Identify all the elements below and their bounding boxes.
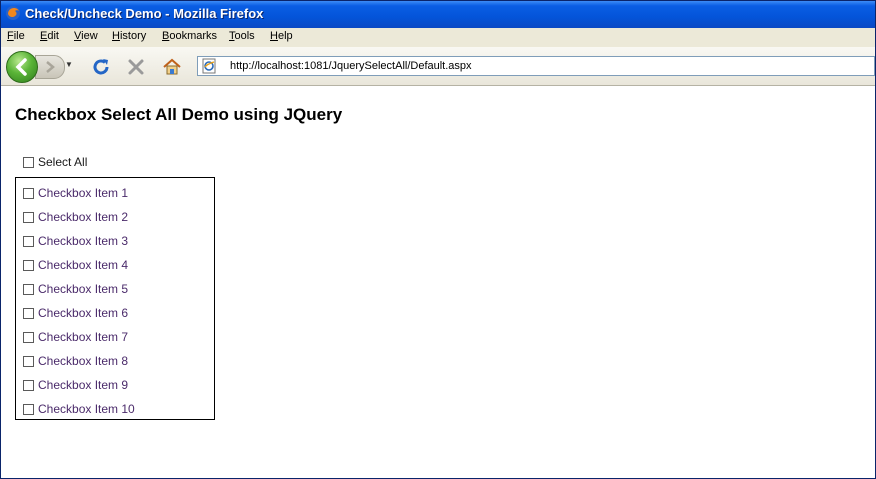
title-bar: Check/Uncheck Demo - Mozilla Firefox xyxy=(1,1,875,28)
item-checkbox[interactable] xyxy=(23,307,34,319)
back-arrow-icon xyxy=(15,58,27,76)
page-icon xyxy=(202,58,216,74)
checkbox-item[interactable]: Checkbox Item 8 xyxy=(23,354,128,368)
item-checkbox[interactable] xyxy=(23,403,34,415)
back-button[interactable] xyxy=(6,51,38,83)
navigation-toolbar: ▼ http://localhost:1081/JquerySelectAll/… xyxy=(1,47,875,86)
checkbox-item[interactable]: Checkbox Item 10 xyxy=(23,402,135,416)
menu-view[interactable]: View xyxy=(74,30,98,42)
firefox-logo-icon xyxy=(6,6,20,20)
checkbox-item[interactable]: Checkbox Item 2 xyxy=(23,210,128,224)
url-text: http://localhost:1081/JquerySelectAll/De… xyxy=(230,60,472,72)
menu-tools[interactable]: Tools xyxy=(229,30,255,42)
checkbox-item[interactable]: Checkbox Item 6 xyxy=(23,306,128,320)
address-bar[interactable]: http://localhost:1081/JquerySelectAll/De… xyxy=(197,56,875,76)
checkbox-item[interactable]: Checkbox Item 5 xyxy=(23,282,128,296)
page-heading: Checkbox Select All Demo using JQuery xyxy=(15,105,343,124)
item-checkbox[interactable] xyxy=(23,379,34,391)
home-icon[interactable] xyxy=(161,56,183,78)
select-all-checkbox[interactable] xyxy=(23,156,34,168)
item-label: Checkbox Item 5 xyxy=(38,282,129,296)
menu-history[interactable]: History xyxy=(112,30,146,42)
menu-bar: File Edit View History Bookmarks Tools H… xyxy=(1,28,875,47)
checkbox-item[interactable]: Checkbox Item 3 xyxy=(23,234,128,248)
history-dropdown-icon[interactable]: ▼ xyxy=(65,60,73,69)
item-checkbox[interactable] xyxy=(23,355,34,367)
item-label: Checkbox Item 1 xyxy=(38,186,129,200)
checkbox-list: Checkbox Item 1 Checkbox Item 2 Checkbox… xyxy=(15,177,215,420)
item-label: Checkbox Item 10 xyxy=(38,402,135,416)
forward-button[interactable] xyxy=(35,55,65,79)
item-label: Checkbox Item 3 xyxy=(38,234,129,248)
item-label: Checkbox Item 8 xyxy=(38,354,129,368)
item-label: Checkbox Item 2 xyxy=(38,210,129,224)
checkbox-item[interactable]: Checkbox Item 4 xyxy=(23,258,128,272)
item-checkbox[interactable] xyxy=(23,259,34,271)
checkbox-item[interactable]: Checkbox Item 1 xyxy=(23,186,128,200)
item-label: Checkbox Item 7 xyxy=(38,330,129,344)
item-checkbox[interactable] xyxy=(23,187,34,199)
item-checkbox[interactable] xyxy=(23,283,34,295)
checkbox-item[interactable]: Checkbox Item 9 xyxy=(23,378,128,392)
reload-icon[interactable] xyxy=(90,56,112,78)
item-label: Checkbox Item 4 xyxy=(38,258,129,272)
item-checkbox[interactable] xyxy=(23,331,34,343)
item-checkbox[interactable] xyxy=(23,211,34,223)
menu-file[interactable]: File xyxy=(7,30,25,42)
item-checkbox[interactable] xyxy=(23,235,34,247)
page-content: Checkbox Select All Demo using JQuery Se… xyxy=(1,86,875,478)
select-all-control[interactable]: Select All xyxy=(23,155,87,169)
menu-bookmarks[interactable]: Bookmarks xyxy=(162,30,217,42)
menu-edit[interactable]: Edit xyxy=(40,30,59,42)
stop-icon[interactable] xyxy=(125,56,147,78)
select-all-label: Select All xyxy=(38,155,88,169)
browser-window: Check/Uncheck Demo - Mozilla Firefox Fil… xyxy=(0,0,876,479)
forward-arrow-icon xyxy=(46,61,55,73)
window-title: Check/Uncheck Demo - Mozilla Firefox xyxy=(25,6,264,21)
menu-help[interactable]: Help xyxy=(270,30,293,42)
checkbox-item[interactable]: Checkbox Item 7 xyxy=(23,330,128,344)
item-label: Checkbox Item 6 xyxy=(38,306,129,320)
item-label: Checkbox Item 9 xyxy=(38,378,129,392)
